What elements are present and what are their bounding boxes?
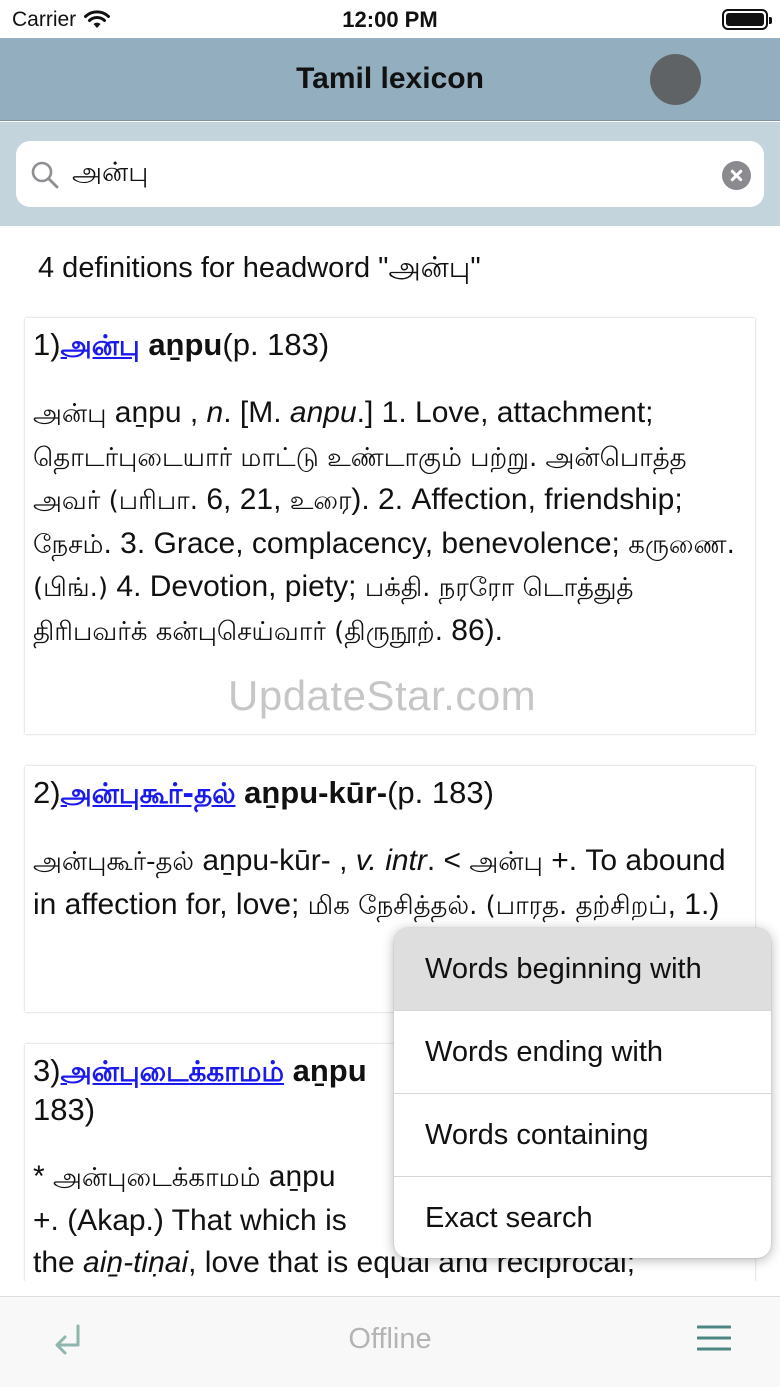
headword-translit: aṉpu-kūr- xyxy=(244,775,388,810)
entry-number: 1) xyxy=(33,327,61,362)
menu-item-exact-search[interactable]: Exact search xyxy=(394,1177,771,1258)
search-icon xyxy=(31,161,59,189)
def-text: ). 2. Affection, friendship; xyxy=(351,483,683,516)
card-header: 1)அன்பு aṉpu(p. 183) xyxy=(33,326,743,365)
clear-icon[interactable] xyxy=(722,161,751,190)
headword-link[interactable]: அன்பு xyxy=(61,329,140,362)
def-text: 86). xyxy=(442,613,503,647)
def-tamil: நேசம் xyxy=(33,529,104,560)
def-text: * xyxy=(33,1160,54,1193)
def-tamil: அன்புடைக்காமம் xyxy=(53,1163,261,1193)
result-count: 4 definitions for headword "அன்பு" xyxy=(38,252,481,284)
entry-number: 3) xyxy=(33,1053,61,1088)
definition-text: அன்புகூர்-தல் aṉpu-kūr- , v. intr. < அன்… xyxy=(33,840,743,927)
def-tamil: மிக நேசித்தல். (பாரத. தற்சிறப் xyxy=(307,890,668,921)
def-text: aṉpu , xyxy=(106,396,207,429)
nav-action-button[interactable] xyxy=(650,54,701,105)
status-time: 12:00 PM xyxy=(342,7,438,32)
connection-status: Offline xyxy=(348,1323,432,1355)
page-ref: 183) xyxy=(33,1092,96,1127)
def-tamil: உரை xyxy=(289,486,352,516)
search-area xyxy=(0,122,780,226)
menu-item-words-containing[interactable]: Words containing xyxy=(394,1094,771,1177)
def-tamil: அன்பு xyxy=(469,847,543,877)
def-text: , 1.) xyxy=(667,887,720,921)
search-input[interactable] xyxy=(72,141,712,207)
battery-icon xyxy=(722,9,772,30)
def-text: . [M. xyxy=(223,396,290,429)
headword-translit: aṉpu xyxy=(292,1053,367,1088)
def-text: the xyxy=(33,1246,84,1279)
def-text: . 3. Grace, complacency, benevolence; xyxy=(103,526,629,560)
def-text: aṉpu xyxy=(260,1160,336,1193)
def-italic: n xyxy=(206,396,224,429)
hamburger-menu-icon[interactable] xyxy=(697,1324,731,1352)
def-text: aṉpu-kūr- , xyxy=(194,844,356,877)
headword-link[interactable]: அன்புகூர்-தல் xyxy=(61,777,236,810)
search-box[interactable] xyxy=(16,141,764,207)
page-ref: (p. 183) xyxy=(387,775,494,810)
headword-link[interactable]: அன்புடைக்காமம் xyxy=(61,1055,284,1088)
def-tamil: அன்பு xyxy=(33,399,107,429)
search-mode-popup: Words beginning with Words ending with W… xyxy=(394,928,771,1258)
bottom-toolbar: Offline xyxy=(0,1296,780,1387)
definition-text: அன்பு aṉpu , n. [M. anpu.] 1. Love, atta… xyxy=(33,392,743,653)
status-bar: Carrier 12:00 PM xyxy=(0,0,780,38)
headword-translit: aṉpu xyxy=(148,327,223,362)
entry-number: 2) xyxy=(33,775,61,810)
watermark: UpdateStar.com xyxy=(228,672,537,719)
menu-item-words-beginning-with[interactable]: Words beginning with xyxy=(394,928,771,1011)
card-header: 2)அன்புகூர்-தல் aṉpu-kūr-(p. 183) xyxy=(33,774,743,813)
page-ref: (p. 183) xyxy=(222,327,330,362)
nav-bar: Tamil lexicon xyxy=(0,38,780,121)
def-text: +. (Akap.) That which is xyxy=(33,1203,347,1237)
def-text: 6, 21, xyxy=(198,483,290,516)
def-tamil: அன்புகூர்-தல் xyxy=(33,847,195,877)
def-text: .] 1. Love, attachment; xyxy=(356,396,654,429)
def-italic: aiṉ-tiṇai xyxy=(83,1246,189,1279)
menu-item-words-ending-with[interactable]: Words ending with xyxy=(394,1011,771,1094)
def-italic: v. intr xyxy=(355,844,427,877)
def-text: . < xyxy=(426,844,470,877)
def-text: 4. Devotion, piety; xyxy=(108,570,365,603)
def-italic: anpu xyxy=(289,396,357,429)
